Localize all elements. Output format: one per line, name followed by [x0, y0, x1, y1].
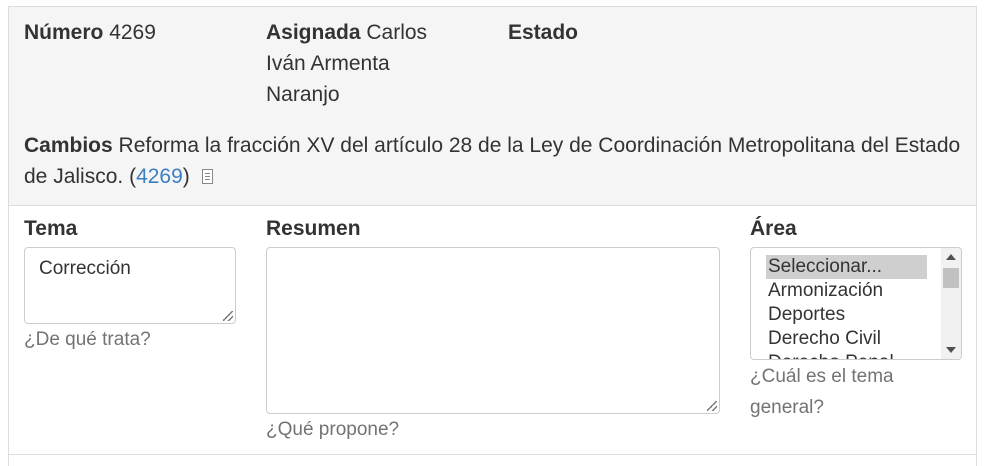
asignada-label: Asignada [266, 21, 361, 44]
tema-textarea[interactable]: Corrección [24, 247, 236, 324]
area-label: Área [750, 217, 797, 240]
cambios-field: Cambios Reforma la fracción XV del artíc… [24, 130, 964, 192]
area-option[interactable]: Deportes [766, 303, 927, 327]
asignada-field: Asignada Carlos Iván Armenta Naranjo [266, 17, 466, 110]
scroll-down-icon[interactable] [946, 347, 956, 353]
scroll-up-icon[interactable] [946, 254, 956, 260]
numero-value: 4269 [109, 21, 156, 44]
divider [9, 454, 976, 455]
estado-label: Estado [508, 21, 579, 44]
tema-value: Corrección [39, 258, 131, 279]
tema-label: Tema [24, 217, 78, 240]
paren-close: ) [182, 165, 190, 188]
resumen-label: Resumen [266, 217, 361, 240]
area-scrollbar[interactable] [941, 248, 961, 359]
area-help: ¿Cuál es el tema general? [750, 366, 894, 418]
resumen-help: ¿Qué propone? [266, 419, 400, 440]
area-option[interactable]: Derecho Civil [766, 327, 927, 351]
cambios-label: Cambios [24, 134, 113, 157]
numero-field: Número 4269 [24, 17, 156, 48]
iniciativa-info: Número 4269 Asignada Carlos Iván Armenta… [9, 7, 976, 206]
paren-open: ( [129, 165, 137, 188]
resize-grip-icon[interactable] [707, 401, 717, 411]
iniciativa-link[interactable]: 4269 [136, 165, 183, 188]
document-icon[interactable] [201, 169, 213, 184]
scroll-thumb[interactable] [943, 268, 959, 288]
iniciativa-panel: Número 4269 Asignada Carlos Iván Armenta… [8, 6, 977, 466]
area-option[interactable]: Derecho Penal [766, 351, 927, 359]
numero-label: Número [24, 21, 104, 44]
estado-field: Estado [508, 17, 578, 48]
area-select[interactable]: Seleccionar... Armonización Deportes Der… [750, 247, 962, 360]
resumen-textarea[interactable] [266, 247, 720, 414]
area-option[interactable]: Seleccionar... [766, 255, 927, 279]
resize-grip-icon[interactable] [223, 311, 233, 321]
tema-help: ¿De qué trata? [24, 329, 151, 350]
area-option[interactable]: Armonización [766, 279, 927, 303]
